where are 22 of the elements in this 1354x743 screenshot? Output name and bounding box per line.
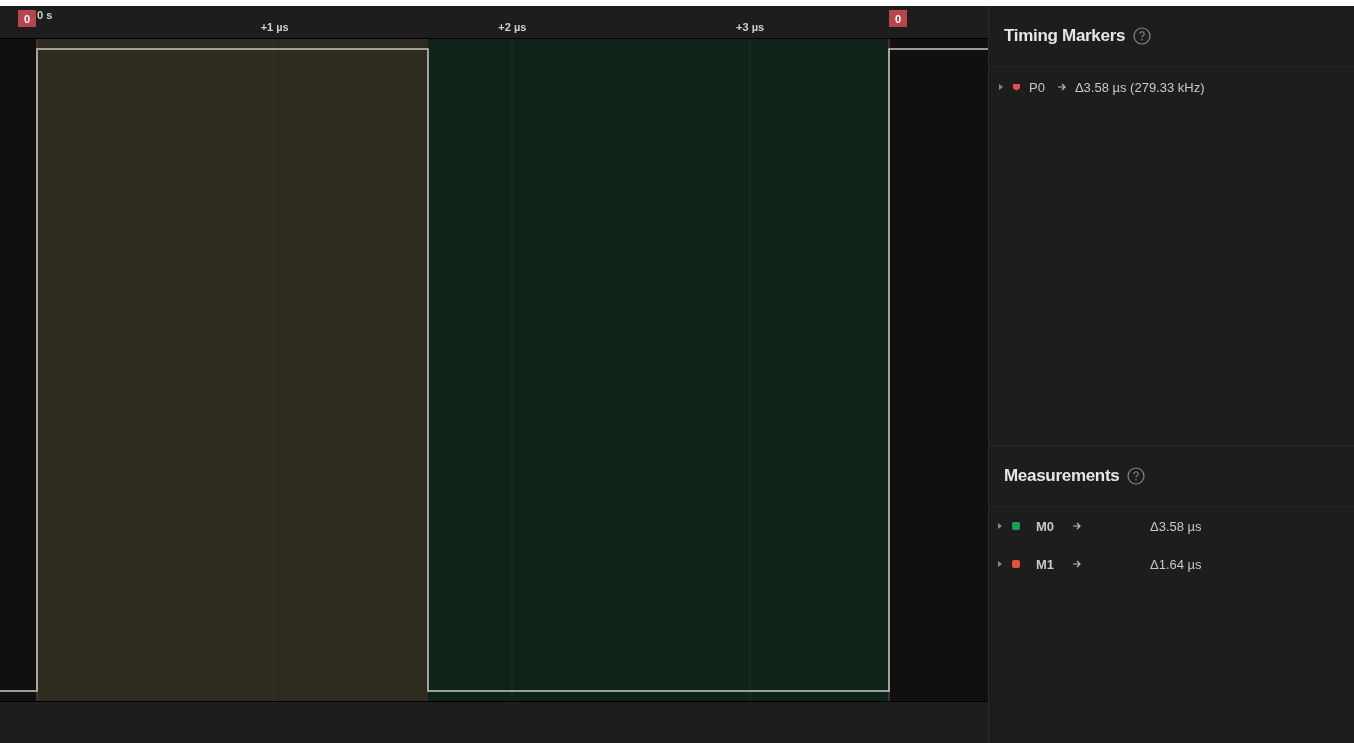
expand-caret-icon[interactable] bbox=[999, 84, 1003, 90]
help-icon[interactable] bbox=[1127, 467, 1146, 485]
panel-title: Timing Markers bbox=[1004, 26, 1126, 46]
item-name: P0 bbox=[1029, 79, 1045, 95]
marker-flag[interactable]: 0 bbox=[889, 10, 907, 27]
item-value: Δ3.58 µs bbox=[1150, 518, 1202, 534]
arrow-icon bbox=[1072, 521, 1082, 531]
tick-label: +2 µs bbox=[498, 21, 527, 33]
item-value: Δ3.58 µs (279.33 kHz) bbox=[1074, 79, 1205, 95]
item-name: M0 bbox=[1036, 518, 1056, 534]
marker-flag[interactable]: 0 bbox=[18, 10, 36, 27]
tick-label: +3 µs bbox=[736, 21, 765, 33]
expand-caret-icon[interactable] bbox=[998, 561, 1002, 567]
item-name: M1 bbox=[1036, 556, 1056, 572]
help-icon[interactable] bbox=[1133, 27, 1152, 45]
arrow-icon bbox=[1072, 559, 1082, 569]
expand-caret-icon[interactable] bbox=[998, 523, 1002, 529]
tick-label: 0 s bbox=[37, 9, 53, 21]
panel-title: Measurements bbox=[1004, 466, 1120, 486]
item-value: Δ1.64 µs bbox=[1150, 556, 1202, 572]
arrow-icon bbox=[1056, 82, 1067, 92]
tick-label: +1 µs bbox=[260, 21, 289, 33]
